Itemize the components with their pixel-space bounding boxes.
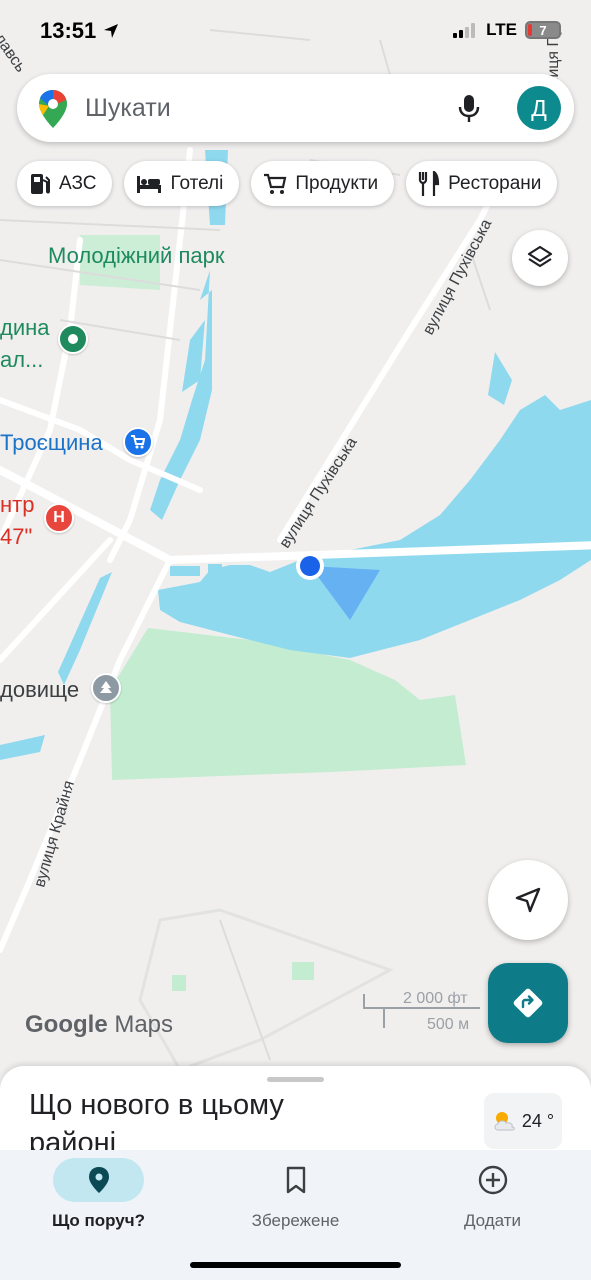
- tree-poi-icon[interactable]: [91, 673, 121, 703]
- hospital-poi-icon[interactable]: H: [44, 503, 74, 533]
- chip-restaurants[interactable]: Ресторани: [406, 161, 558, 206]
- status-indicators: LTE 7: [452, 20, 561, 40]
- google-maps-pin-icon: [39, 90, 67, 128]
- weather-chip[interactable]: 24 °: [484, 1093, 562, 1149]
- avatar-letter: Д: [531, 94, 547, 121]
- directions-icon: [513, 988, 543, 1018]
- cart-icon: [264, 173, 287, 194]
- directions-button[interactable]: [488, 963, 568, 1043]
- chip-label: Ресторани: [448, 172, 542, 194]
- park-poi-icon[interactable]: [58, 324, 88, 354]
- chip-label: Продукти: [295, 172, 379, 194]
- signal-icon: [453, 23, 476, 38]
- my-location-button[interactable]: [488, 860, 568, 940]
- network-type: LTE: [486, 20, 517, 39]
- park-area-small-2: [172, 975, 186, 991]
- weather-temp: 24 °: [521, 1110, 555, 1131]
- nav-explore[interactable]: Що поруч?: [0, 1150, 197, 1250]
- troieshchyna-label[interactable]: Троєщина: [0, 430, 103, 456]
- chip-gas-stations[interactable]: АЗС: [17, 161, 113, 206]
- clipped-label-1[interactable]: дина: [0, 313, 50, 342]
- google-maps-watermark: Google Maps: [25, 1011, 173, 1039]
- clock-text: 13:51: [40, 18, 97, 43]
- dovyshche-label[interactable]: довище: [0, 677, 79, 703]
- nav-label: Додати: [463, 1211, 522, 1230]
- status-bar: 13:51 LTE 7: [0, 0, 591, 66]
- nav-label: Що поруч?: [52, 1211, 145, 1230]
- gas-station-icon: [31, 173, 50, 194]
- category-chips: АЗС Готелі Продукти Ресторани: [17, 161, 558, 207]
- chip-groceries[interactable]: Продукти: [251, 161, 395, 206]
- microphone-icon[interactable]: [457, 94, 481, 124]
- bookmark-icon: [280, 1164, 312, 1196]
- home-indicator[interactable]: [190, 1262, 401, 1268]
- park-area-small-1: [292, 962, 314, 980]
- scale-imperial: 2 000 фт: [403, 990, 468, 1007]
- park-label[interactable]: Молодіжний парк: [48, 242, 224, 269]
- chip-label: Готелі: [170, 172, 224, 194]
- scale-metric: 500 м: [427, 1016, 470, 1033]
- partly-cloudy-icon: [494, 1112, 515, 1131]
- watermark-maps: Maps: [114, 1011, 174, 1038]
- status-time: 13:51: [40, 18, 120, 44]
- add-circle-icon: [477, 1164, 509, 1196]
- fork-knife-icon: [419, 170, 440, 196]
- avatar[interactable]: Д: [517, 86, 561, 130]
- location-pin-icon: [83, 1164, 115, 1196]
- bottom-navigation: Що поруч? Збережене Додати: [0, 1150, 591, 1280]
- layers-button[interactable]: [512, 230, 568, 286]
- shopping-poi-icon[interactable]: [123, 427, 153, 457]
- battery-level: 7: [539, 22, 547, 38]
- location-arrow-icon: [104, 24, 119, 38]
- nav-saved[interactable]: Збережене: [197, 1150, 394, 1250]
- chip-label: АЗС: [59, 172, 97, 194]
- lake-small-3: [208, 564, 222, 576]
- nav-contribute[interactable]: Додати: [394, 1150, 591, 1250]
- battery-icon: 7: [525, 21, 561, 39]
- navigation-arrow-icon: [515, 887, 541, 913]
- chip-hotels[interactable]: Готелі: [124, 161, 240, 206]
- layers-icon: [527, 245, 553, 268]
- hospital-label-2[interactable]: 47": [0, 522, 32, 551]
- lake-small-2: [170, 566, 200, 576]
- search-input[interactable]: Шукати: [85, 94, 171, 123]
- hospital-label-1[interactable]: нтр: [0, 490, 34, 519]
- watermark-google: Google: [25, 1011, 108, 1038]
- hospital-marker-letter: H: [53, 509, 65, 526]
- location-dot: [300, 556, 320, 576]
- bed-icon: [137, 175, 162, 193]
- nav-label: Збережене: [251, 1211, 340, 1230]
- clipped-label-2[interactable]: ал...: [0, 345, 43, 374]
- sheet-drag-handle[interactable]: [267, 1077, 324, 1082]
- search-bar[interactable]: Шукати Д: [17, 74, 574, 142]
